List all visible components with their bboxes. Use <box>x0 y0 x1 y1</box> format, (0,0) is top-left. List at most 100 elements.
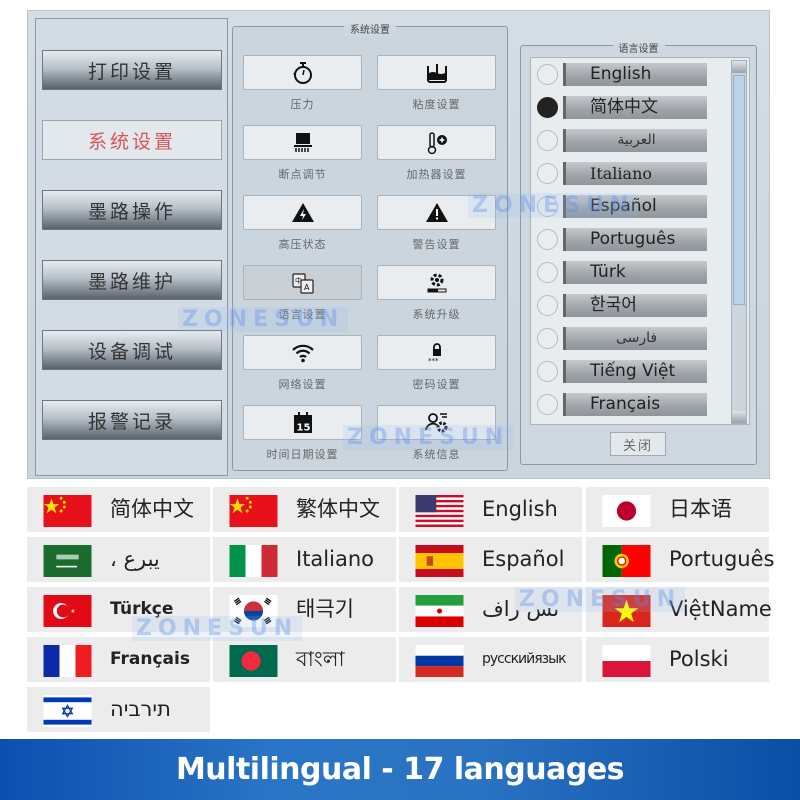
language-list-scrollbar[interactable] <box>731 60 747 424</box>
menu-ink-operation[interactable]: 墨路操作 <box>42 190 222 230</box>
language-option-vietnamese[interactable]: Tiếng Việt <box>531 355 731 388</box>
tile-pressure[interactable] <box>243 55 362 90</box>
radio-button[interactable] <box>537 163 558 184</box>
menu-ink-maintenance[interactable]: 墨路维护 <box>42 260 222 300</box>
tile-pressure-label: 压力 <box>290 98 315 111</box>
language-option-label: 한국어 <box>563 294 707 317</box>
russia-flag-icon <box>415 645 464 677</box>
language-option-english[interactable]: English <box>531 58 731 91</box>
radio-button[interactable] <box>537 328 558 349</box>
high-voltage-warning-icon <box>291 202 314 222</box>
japan-flag-icon <box>602 495 651 527</box>
language-cell: Français <box>27 637 210 682</box>
language-cell: Italiano <box>213 537 396 582</box>
language-label: ، يبرع <box>110 547 160 571</box>
language-panel-title: 语言设置 <box>612 44 665 55</box>
radio-button-selected[interactable] <box>537 97 558 118</box>
radio-button[interactable] <box>537 262 558 283</box>
close-button[interactable]: 关闭 <box>610 432 666 456</box>
language-option-french[interactable]: Français <box>531 388 731 421</box>
language-label: বাংলা <box>296 647 345 671</box>
language-option-simplified-chinese[interactable]: 简体中文 <box>531 91 731 124</box>
language-cell: 繁体中文 <box>213 487 396 532</box>
tile-heater[interactable] <box>377 125 496 160</box>
system-panel-title: 系统设置 <box>344 25 396 36</box>
language-option-korean[interactable]: 한국어 <box>531 289 731 322</box>
wifi-icon <box>291 344 314 362</box>
radio-button[interactable] <box>537 229 558 250</box>
language-cell: Español <box>399 537 582 582</box>
language-option-label: Italiano <box>563 162 707 185</box>
radio-button[interactable] <box>537 130 558 151</box>
portugal-flag-icon <box>602 545 651 577</box>
radio-button[interactable] <box>537 394 558 415</box>
tile-language[interactable]: 中A <box>243 265 362 300</box>
language-cell: বাংলা <box>213 637 396 682</box>
radio-button[interactable] <box>537 295 558 316</box>
language-option-arabic[interactable]: العربية <box>531 124 731 157</box>
tile-viscosity-label: 粘度设置 <box>412 98 461 111</box>
banner-title: Multilingual - 17 languages <box>0 739 800 800</box>
menu-alarm-log[interactable]: 报警记录 <box>42 400 222 440</box>
china-flag-icon <box>229 495 278 527</box>
calendar-icon: 15 <box>293 411 312 433</box>
tile-network[interactable] <box>243 335 362 370</box>
gear-upgrade-icon <box>427 273 446 292</box>
poland-flag-icon <box>602 645 651 677</box>
language-translate-icon: 中A <box>291 272 314 294</box>
spain-flag-icon <box>415 545 464 577</box>
svg-text:***: *** <box>428 357 439 365</box>
radio-button[interactable] <box>537 361 558 382</box>
language-cell: Português <box>586 537 774 582</box>
menu-print-settings[interactable]: 打印设置 <box>42 50 222 90</box>
language-option-label: Français <box>563 393 707 416</box>
language-option-portuguese[interactable]: Português <box>531 223 731 256</box>
printer-breakpoint-icon <box>293 132 312 152</box>
svg-text:15: 15 <box>296 422 310 433</box>
system-settings-panel: 系统设置 压力 粘度设置 断点调节 加热器设置 高压状态 警告设置 中 A 语言… <box>232 25 508 471</box>
tile-password[interactable]: *** <box>377 335 496 370</box>
italy-flag-icon <box>229 545 278 577</box>
scroll-thumb[interactable] <box>733 75 745 305</box>
watermark: ZONESUN <box>515 587 686 612</box>
menu-device-debug[interactable]: 设备调试 <box>42 330 222 370</box>
tile-high-voltage[interactable] <box>243 195 362 230</box>
tile-breakpoint[interactable] <box>243 125 362 160</box>
tile-warning-label: 警告设置 <box>412 238 461 251</box>
tile-password-label: 密码设置 <box>412 378 461 391</box>
watermark: ZONESUN <box>343 425 514 450</box>
language-option-persian[interactable]: فارسی <box>531 322 731 355</box>
tile-system-upgrade[interactable] <box>377 265 496 300</box>
language-option-turkish[interactable]: Türk <box>531 256 731 289</box>
language-option-label: English <box>563 63 707 86</box>
language-settings-panel: 语言设置 English 简体中文 العربية Italiano Españ… <box>520 44 757 465</box>
language-option-label: العربية <box>563 129 707 152</box>
svg-text:A: A <box>304 283 310 292</box>
language-option-label: 简体中文 <box>563 96 707 119</box>
hmi-screen: 打印设置 系统设置 墨路操作 墨路维护 设备调试 报警记录 系统设置 压力 粘度… <box>27 10 770 479</box>
language-list: English 简体中文 العربية Italiano Español Po… <box>530 57 750 425</box>
main-menu: 打印设置 系统设置 墨路操作 墨路维护 设备调试 报警记录 <box>35 18 228 476</box>
warning-icon <box>425 202 448 222</box>
language-option-italian[interactable]: Italiano <box>531 157 731 190</box>
language-cell: English <box>399 487 582 532</box>
language-label: 简体中文 <box>110 497 194 521</box>
language-label: Português <box>669 547 775 571</box>
watermark: ZONESUN <box>178 307 349 332</box>
language-label: русскийязык <box>482 651 567 667</box>
stopwatch-icon <box>292 61 312 84</box>
saudi-arabia-flag-icon <box>43 545 92 577</box>
language-option-label: Português <box>563 228 707 251</box>
language-label: 繁体中文 <box>296 497 380 521</box>
language-option-label: فارسی <box>563 327 707 350</box>
language-cell: ، يبرع <box>27 537 210 582</box>
radio-button[interactable] <box>537 64 558 85</box>
tile-viscosity[interactable] <box>377 55 496 90</box>
tile-network-label: 网络设置 <box>278 378 327 391</box>
usa-flag-icon <box>415 495 464 527</box>
language-cell: 日本语 <box>586 487 769 532</box>
scroll-down-arrow[interactable] <box>732 411 746 423</box>
tile-heater-label: 加热器设置 <box>406 168 467 181</box>
scroll-up-arrow[interactable] <box>732 61 746 73</box>
menu-system-settings[interactable]: 系统设置 <box>42 120 222 160</box>
